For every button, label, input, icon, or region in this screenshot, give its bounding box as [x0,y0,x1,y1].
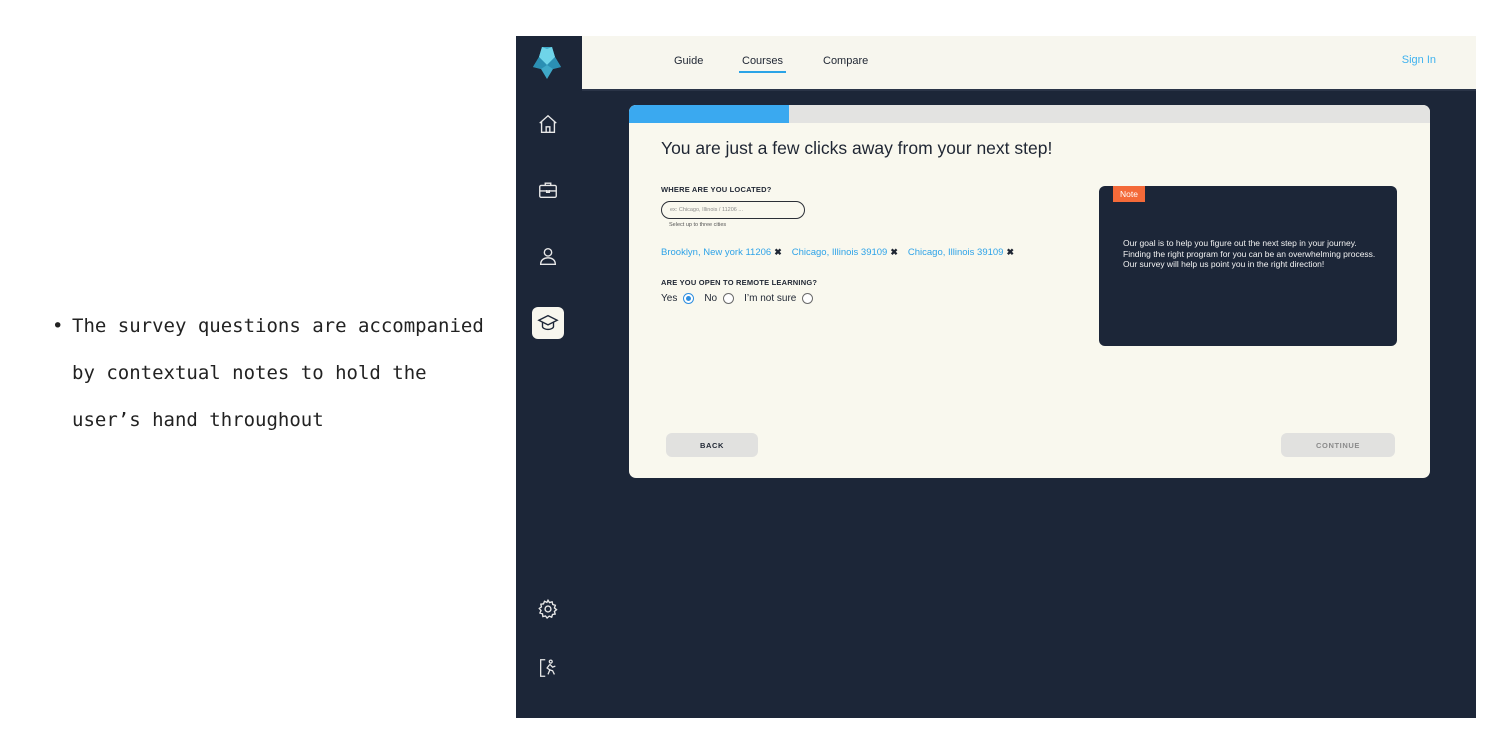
radio-label: Yes [661,293,678,304]
progress-fill [629,105,790,123]
caption: • The survey questions are accompanied b… [52,303,492,444]
remote-radio-group: Yes No I’m not sure [661,293,823,304]
continue-button[interactable]: CONTINUE [1281,433,1395,457]
back-button[interactable]: BACK [666,433,758,457]
sidebar-item-jobs[interactable] [532,174,564,206]
location-input[interactable] [661,201,805,219]
radio-option-no[interactable]: No [704,293,735,304]
caption-bullet: • [52,315,64,337]
sidebar-item-logout[interactable] [532,652,564,684]
radio-yes[interactable] [683,293,695,304]
location-question-label: WHERE ARE YOU LOCATED? [661,185,772,194]
city-chip-label: Chicago, Illinois 39109 [907,247,1004,258]
sidebar-item-settings[interactable] [532,593,564,625]
sign-in-link[interactable]: Sign In [1402,54,1436,66]
graduation-cap-icon [537,314,559,331]
nav-guide[interactable]: Guide [674,55,703,67]
note-text: Our goal is to help you figure out the n… [1123,238,1376,269]
exit-icon [540,659,556,677]
radio-not-sure[interactable] [802,293,814,304]
caption-text: The survey questions are accompanied by … [72,315,484,431]
radio-option-not-sure[interactable]: I’m not sure [744,293,814,304]
sidebar-item-courses[interactable] [532,307,564,339]
city-chip: Chicago, Illinois 39109 ✖ [792,247,898,258]
selected-cities: Brooklyn, New york 11206 ✖ Chicago, Illi… [661,247,1014,258]
survey-card: You are just a few clicks away from your… [629,105,1430,478]
logo-icon [533,47,561,79]
top-nav-bar: Guide Courses Compare Sign In [582,36,1476,91]
sidebar [516,36,582,718]
gear-icon [538,598,558,619]
nav-courses[interactable]: Courses [739,55,786,73]
page-title: You are just a few clicks away from your… [661,138,1053,158]
city-chip-label: Brooklyn, New york 11206 [661,247,772,258]
progress-bar [629,105,1430,123]
city-chip-label: Chicago, Illinois 39109 [791,247,888,258]
radio-option-yes[interactable]: Yes [661,293,695,304]
app-window: Guide Courses Compare Sign In You are ju… [516,36,1476,718]
home-icon [539,114,557,133]
city-chip: Brooklyn, New york 11206 ✖ [661,247,782,258]
note-panel: Note Our goal is to help you figure out … [1099,186,1397,346]
remove-chip-icon[interactable]: ✖ [1006,247,1014,258]
remove-chip-icon[interactable]: ✖ [774,247,782,258]
sidebar-item-profile[interactable] [532,240,564,272]
city-chip: Chicago, Illinois 39109 ✖ [908,247,1014,258]
radio-no[interactable] [723,293,735,304]
sidebar-item-home[interactable] [532,108,564,140]
briefcase-icon [539,182,557,199]
radio-label: No [704,293,718,304]
remove-chip-icon[interactable]: ✖ [890,247,898,258]
nav-compare[interactable]: Compare [823,55,868,67]
note-tag: Note [1113,186,1145,202]
user-icon [539,247,557,265]
remote-question-label: ARE YOU OPEN TO REMOTE LEARNING? [661,278,818,287]
radio-label: I’m not sure [744,293,797,304]
location-helper-text: Select up to three cities [669,222,727,228]
